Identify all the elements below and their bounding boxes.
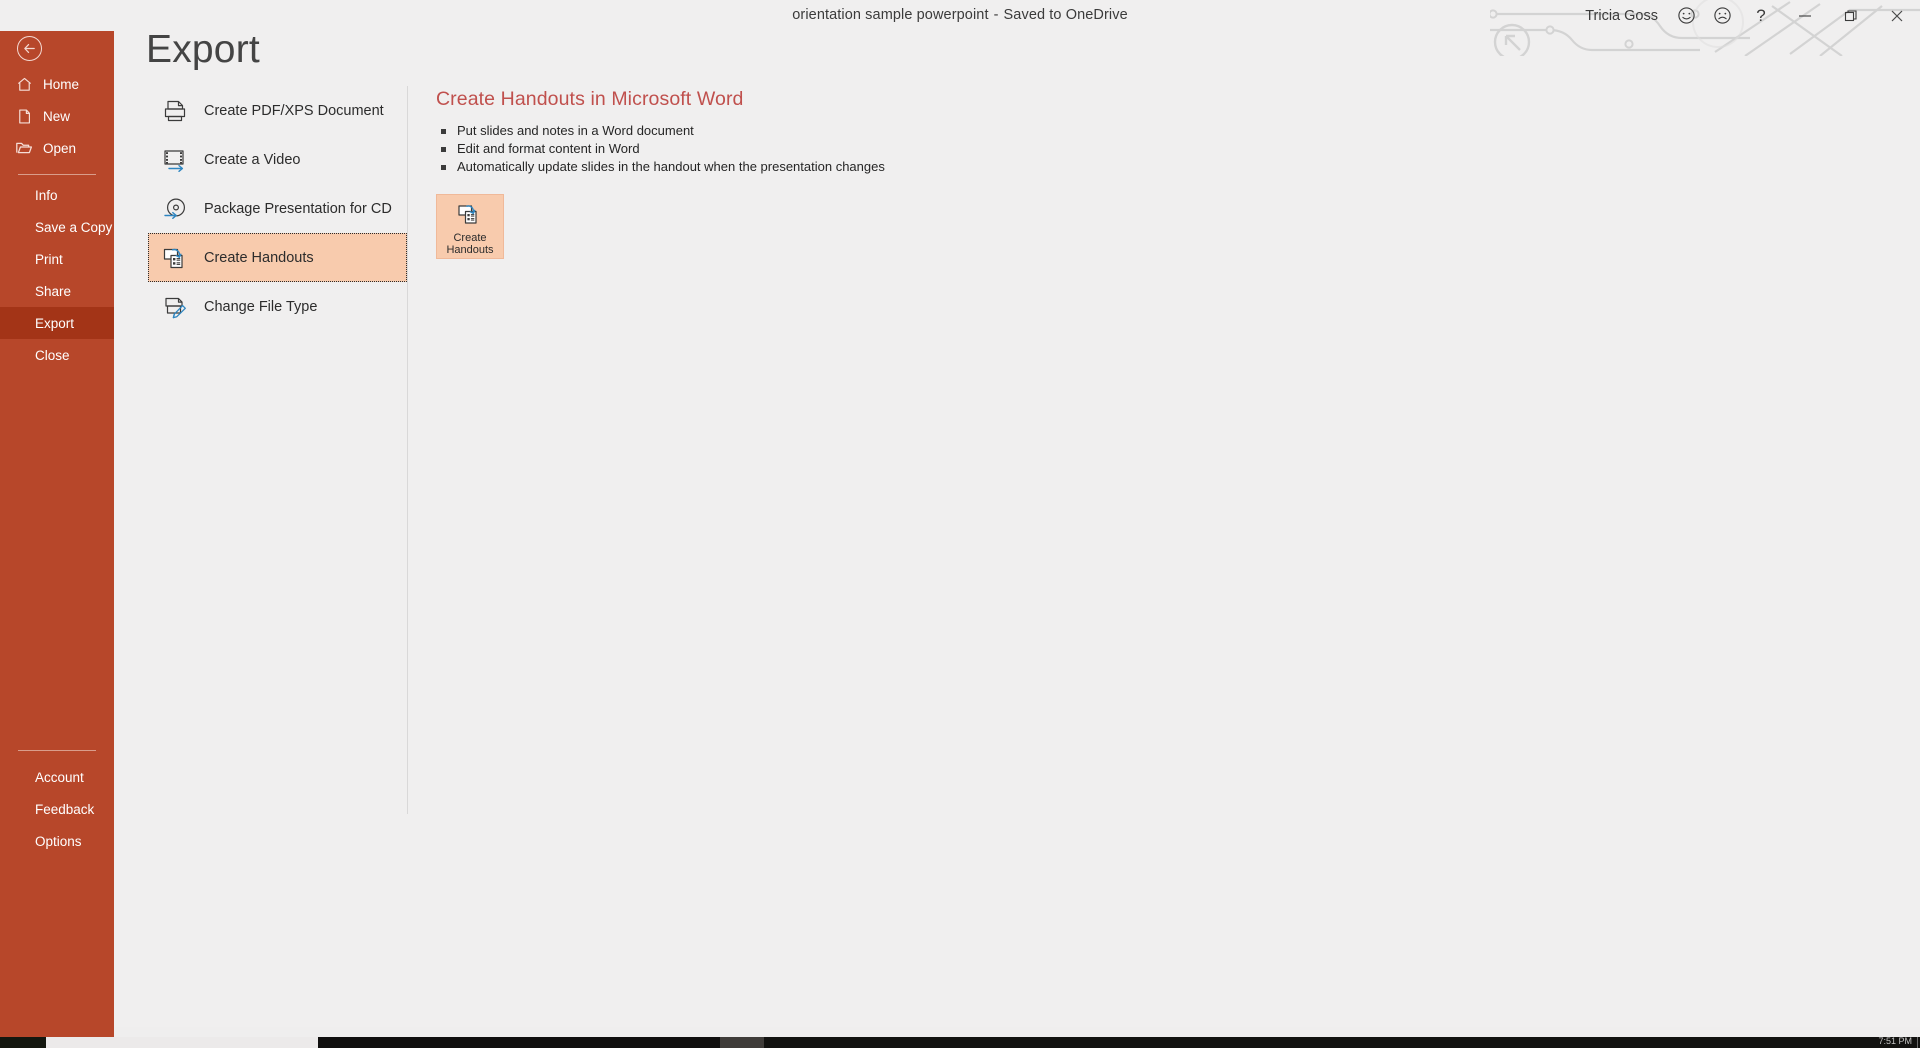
new-document-icon: [13, 105, 35, 127]
smiley-happy-icon[interactable]: [1668, 0, 1704, 31]
handouts-icon: [453, 202, 487, 229]
detail-pane: Create Handouts in Microsoft Word Put sl…: [436, 88, 1336, 259]
list-item: Automatically update slides in the hando…: [436, 158, 1336, 176]
sidebar-item-share[interactable]: Share: [0, 275, 114, 307]
sidebar-item-save-a-copy[interactable]: Save a Copy: [0, 211, 114, 243]
pane-divider: [407, 86, 408, 814]
taskbar-active-app[interactable]: [720, 1037, 764, 1048]
create-handouts-button[interactable]: Create Handouts: [436, 193, 504, 259]
pdf-document-icon: [157, 93, 192, 128]
export-option-label: Package Presentation for CD: [204, 200, 392, 217]
sidebar-item-label: Close: [35, 347, 70, 363]
nav-divider-bottom: [18, 750, 96, 751]
windows-taskbar: 7:51 PM: [0, 1036, 1920, 1048]
export-option-label: Create Handouts: [204, 249, 314, 266]
home-icon: [13, 73, 35, 95]
powerpoint-backstage-export-screen: orientation sample powerpoint - Saved to O…: [0, 0, 1920, 1048]
sidebar-item-label: Export: [35, 315, 75, 331]
sidebar-item-label: Options: [35, 833, 82, 849]
restore-button[interactable]: [1828, 0, 1874, 31]
list-item: Edit and format content in Word: [436, 140, 1336, 158]
nav-group-primary: Home New Open: [0, 68, 114, 185]
title-bar: orientation sample powerpoint - Saved to O…: [0, 0, 1920, 56]
taskbar-start-region[interactable]: [0, 1037, 46, 1048]
taskbar-clock[interactable]: 7:51 PM: [1878, 1036, 1912, 1047]
sidebar-item-print[interactable]: Print: [0, 243, 114, 275]
export-option-package-presentation-for-cd[interactable]: Package Presentation for CD: [148, 184, 407, 233]
handouts-icon: [157, 240, 192, 275]
sidebar-item-label: Save a Copy: [35, 219, 113, 235]
sidebar-item-label: Print: [35, 251, 63, 267]
sidebar-item-export[interactable]: Export: [0, 307, 114, 339]
back-button[interactable]: [10, 31, 48, 65]
minimize-button[interactable]: [1782, 0, 1828, 31]
detail-bullet-list: Put slides and notes in a Word document …: [436, 122, 1336, 176]
title-bar-controls: Tricia Goss ?: [1585, 0, 1920, 31]
backstage-navigation-rail: Home New Open Info Save a Copy Print Sha…: [0, 0, 114, 1037]
sidebar-item-label: Share: [35, 283, 72, 299]
sidebar-item-account[interactable]: Account: [0, 761, 114, 793]
sidebar-item-label: Open: [43, 140, 77, 156]
cd-disc-icon: [157, 191, 192, 226]
sidebar-item-label: Home: [43, 76, 80, 92]
smiley-sad-icon[interactable]: [1704, 0, 1740, 31]
sidebar-item-feedback[interactable]: Feedback: [0, 793, 114, 825]
document-name: orientation sample powerpoint: [792, 7, 989, 23]
detail-title: Create Handouts in Microsoft Word: [436, 88, 744, 110]
export-option-label: Create PDF/XPS Document: [204, 102, 384, 119]
export-options-list: Create PDF/XPS Document Create a Video P…: [148, 86, 407, 331]
sidebar-item-open[interactable]: Open: [0, 132, 114, 164]
page-title: Export: [146, 28, 260, 71]
close-button[interactable]: [1874, 0, 1920, 31]
sidebar-item-label: New: [43, 108, 71, 124]
save-status: Saved to OneDrive: [1003, 7, 1128, 23]
file-type-pencil-icon: [157, 289, 192, 324]
sidebar-item-info[interactable]: Info: [0, 179, 114, 211]
list-item: Put slides and notes in a Word document: [436, 122, 1336, 140]
nav-group-footer: Account Feedback Options: [0, 740, 114, 857]
export-option-change-file-type[interactable]: Change File Type: [148, 282, 407, 331]
button-line-2: Handouts: [446, 244, 494, 256]
sidebar-item-label: Account: [35, 769, 84, 785]
nav-divider-top: [18, 174, 96, 175]
export-option-create-a-video[interactable]: Create a Video: [148, 135, 407, 184]
taskbar-search-region[interactable]: [46, 1037, 318, 1048]
sidebar-item-label: Info: [35, 187, 58, 203]
create-handouts-button-label: Create Handouts: [446, 232, 493, 257]
window-bottom-edge: [114, 1027, 1920, 1037]
help-icon[interactable]: ?: [1740, 0, 1782, 31]
export-option-label: Create a Video: [204, 151, 301, 168]
nav-group-secondary: Info Save a Copy Print Share Export Clos…: [0, 179, 114, 371]
title-separator: -: [993, 7, 999, 23]
export-option-create-handouts[interactable]: Create Handouts: [148, 233, 407, 282]
button-line-1: Create: [453, 231, 487, 244]
export-option-create-pdf-xps[interactable]: Create PDF/XPS Document: [148, 86, 407, 135]
sidebar-item-label: Feedback: [35, 801, 95, 817]
video-film-icon: [157, 142, 192, 177]
sidebar-item-home[interactable]: Home: [0, 68, 114, 100]
account-user-name[interactable]: Tricia Goss: [1585, 8, 1668, 24]
back-arrow-icon: [16, 35, 42, 61]
open-folder-icon: [13, 137, 35, 159]
sidebar-item-close[interactable]: Close: [0, 339, 114, 371]
sidebar-item-options[interactable]: Options: [0, 825, 114, 857]
export-option-label: Change File Type: [204, 298, 318, 315]
taskbar-apps-region[interactable]: [318, 1037, 720, 1048]
sidebar-item-new[interactable]: New: [0, 100, 114, 132]
taskbar-show-desktop[interactable]: [1917, 1037, 1918, 1048]
